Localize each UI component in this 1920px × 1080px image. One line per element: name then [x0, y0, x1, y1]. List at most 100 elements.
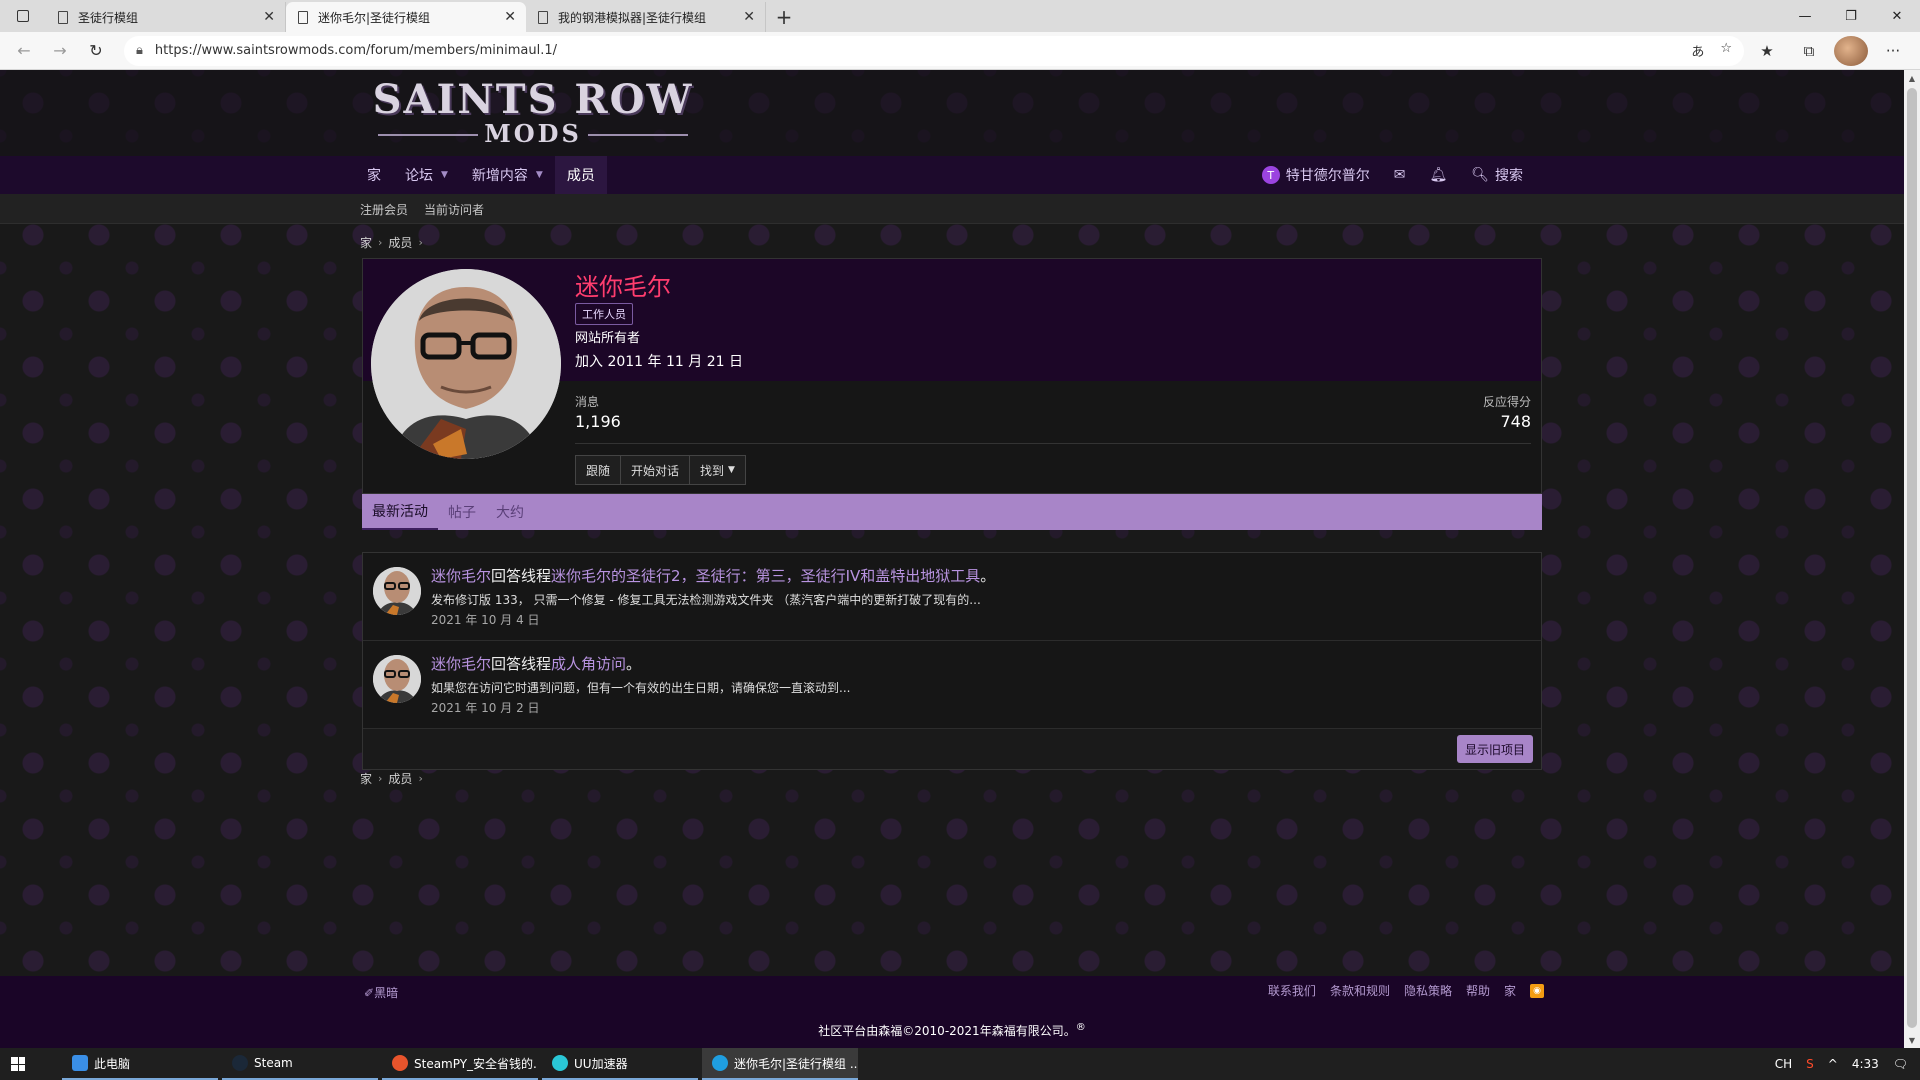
activity-date[interactable]: 2021 年 10 月 4 日	[431, 611, 540, 628]
activity-user-link[interactable]: 迷你毛尔	[431, 567, 491, 585]
caret-down-icon[interactable]: ▼	[536, 170, 543, 180]
close-icon[interactable]: ✕	[743, 9, 755, 25]
restore-button[interactable]: ❐	[1828, 0, 1874, 32]
notifications-icon[interactable]: 🗨︎	[1893, 1057, 1908, 1071]
footer-link-help[interactable]: 帮助	[1466, 982, 1490, 999]
caret-down-icon[interactable]: ▼	[441, 170, 448, 180]
favorites-icon[interactable]: ★	[1750, 36, 1784, 66]
tab-latest-activity[interactable]: 最新活动	[362, 494, 438, 530]
breadcrumb-members[interactable]: 成员	[388, 770, 412, 787]
activity-snippet: 如果您在访问它时遇到问题，但有一个有效的出生日期，请确保您一直滚动到...	[431, 681, 851, 695]
messages-stat: 消息 1,196	[575, 393, 621, 431]
refresh-button[interactable]: ↻	[78, 35, 114, 67]
taskbar-this-pc[interactable]: 此电脑	[62, 1048, 218, 1080]
site-logo[interactable]: SAINTS ROW MODS	[368, 78, 698, 150]
sogou-icon[interactable]: S	[1806, 1057, 1814, 1071]
follow-button[interactable]: 跟随	[575, 455, 622, 485]
avatar[interactable]	[373, 655, 421, 703]
style-chooser[interactable]: ✐黑暗	[364, 984, 398, 1001]
tab-postings[interactable]: 帖子	[438, 494, 486, 530]
subnav-current-visitors[interactable]: 当前访问者	[424, 201, 484, 218]
activity-user-link[interactable]: 迷你毛尔	[431, 655, 491, 673]
profile-button[interactable]	[1834, 35, 1868, 66]
browser-tab-3[interactable]: 我的钢港模拟器|圣徒行模组 ✕	[526, 2, 766, 32]
system-tray: CH S ^ 4:33 🗨︎	[1775, 1057, 1920, 1071]
taskbar-label: UU加速器	[574, 1056, 628, 1071]
taskbar-label: SteamPY_安全省钱的...	[414, 1056, 538, 1071]
nav-members[interactable]: 成员	[554, 156, 607, 194]
favorite-add-icon[interactable]: ☆	[1720, 41, 1732, 60]
minimize-button[interactable]: —	[1782, 0, 1828, 32]
close-window-button[interactable]: ✕	[1874, 0, 1920, 32]
nav-search[interactable]: 🔍︎ 搜索	[1459, 156, 1535, 194]
activity-action: 回答线程	[491, 655, 552, 673]
scrollbar-thumb[interactable]	[1907, 88, 1917, 1028]
taskbar-steampy[interactable]: SteamPY_安全省钱的...	[382, 1048, 538, 1080]
breadcrumb: 家 › 成员 ›	[360, 234, 423, 251]
translate-icon[interactable]: あ	[1691, 41, 1704, 60]
tab-about[interactable]: 大约	[486, 494, 534, 530]
new-tab-button[interactable]: +	[766, 2, 802, 32]
scroll-up-icon[interactable]: ▲	[1904, 70, 1920, 86]
collections-icon[interactable]: ⧉	[1792, 36, 1826, 66]
activity-action: 回答线程	[491, 567, 552, 585]
url-field[interactable]: 🔒︎ https://www.saintsrowmods.com/forum/m…	[124, 35, 1744, 66]
tab-actions-button[interactable]	[0, 0, 46, 32]
member-name: 迷你毛尔	[575, 273, 671, 301]
footer-link-privacy[interactable]: 隐私策略	[1404, 982, 1452, 999]
close-icon[interactable]: ✕	[504, 9, 516, 25]
window-controls: — ❐ ✕	[1782, 0, 1920, 32]
taskbar-label: Steam	[254, 1056, 293, 1070]
activity-thread-link[interactable]: 成人角访问	[551, 655, 626, 673]
show-older-items-button[interactable]: 显示旧项目	[1456, 735, 1533, 763]
browser-tab-1[interactable]: 圣徒行模组 ✕	[46, 2, 286, 32]
reaction-score-stat: 反应得分 748	[1483, 393, 1531, 431]
scroll-down-icon[interactable]: ▼	[1904, 1032, 1920, 1048]
footer-link-contact[interactable]: 联系我们	[1268, 982, 1316, 999]
nav-alerts[interactable]: 🔔︎	[1417, 156, 1459, 194]
uu-accelerator-icon	[552, 1055, 568, 1071]
address-bar-row: ← → ↻ 🔒︎ https://www.saintsrowmods.com/f…	[0, 32, 1920, 70]
start-button[interactable]	[0, 1048, 36, 1080]
tray-chevron-icon[interactable]: ^	[1828, 1057, 1838, 1071]
logo-rule-right	[588, 134, 688, 136]
taskbar-label: 此电脑	[94, 1056, 131, 1071]
nav-forums[interactable]: 论坛 ▼	[393, 156, 460, 194]
clock[interactable]: 4:33	[1852, 1057, 1879, 1071]
nav-home[interactable]: 家	[355, 156, 393, 194]
breadcrumb-home[interactable]: 家	[360, 234, 372, 251]
activity-end: 。	[626, 655, 642, 673]
nav-whats-new[interactable]: 新增内容 ▼	[460, 156, 555, 194]
activity-thread-link[interactable]: 迷你毛尔的圣徒行2，圣徒行：第三，圣徒行IV和盖特出地狱工具	[551, 567, 980, 585]
footer-link-terms[interactable]: 条款和规则	[1330, 982, 1390, 999]
back-button[interactable]: ←	[6, 35, 42, 67]
rss-icon[interactable]: ◉	[1530, 983, 1544, 998]
forward-button[interactable]: →	[42, 35, 78, 67]
start-conversation-button[interactable]: 开始对话	[621, 455, 691, 485]
page-scrollbar[interactable]: ▲ ▼	[1904, 70, 1920, 1048]
browser-tab-2[interactable]: 迷你毛尔|圣徒行模组 ✕	[286, 2, 526, 32]
member-avatar[interactable]	[371, 269, 561, 459]
close-icon[interactable]: ✕	[263, 9, 275, 25]
messages-value[interactable]: 1,196	[575, 412, 621, 431]
subnav-registered-members[interactable]: 注册会员	[360, 201, 408, 218]
avatar[interactable]	[373, 567, 421, 615]
breadcrumb-members[interactable]: 成员	[388, 234, 412, 251]
footer-link-home[interactable]: 家	[1504, 982, 1516, 999]
taskbar-edge[interactable]: 迷你毛尔|圣徒行模组 ...	[702, 1048, 858, 1080]
profile-avatar	[1834, 35, 1868, 66]
taskbar-steam[interactable]: Steam	[222, 1048, 378, 1080]
breadcrumb-home[interactable]: 家	[360, 770, 372, 787]
reaction-score-value[interactable]: 748	[1483, 412, 1531, 431]
more-menu-icon[interactable]: ···	[1876, 36, 1910, 66]
profile-actions: 跟随 开始对话 找到 ▼	[575, 455, 746, 485]
url-text: https://www.saintsrowmods.com/forum/memb…	[154, 43, 558, 58]
nav-account[interactable]: T 特甘德尔普尔	[1250, 156, 1382, 194]
ime-indicator[interactable]: CH	[1775, 1057, 1792, 1071]
taskbar-uu[interactable]: UU加速器	[542, 1048, 698, 1080]
copyright-text: 社区平台由森福©2010-2021年森福有限公司。®	[0, 1022, 1904, 1039]
activity-date[interactable]: 2021 年 10 月 2 日	[431, 699, 540, 716]
find-button[interactable]: 找到 ▼	[690, 455, 746, 485]
chevron-right-icon: ›	[378, 772, 383, 785]
nav-inbox[interactable]: ✉	[1382, 156, 1418, 194]
